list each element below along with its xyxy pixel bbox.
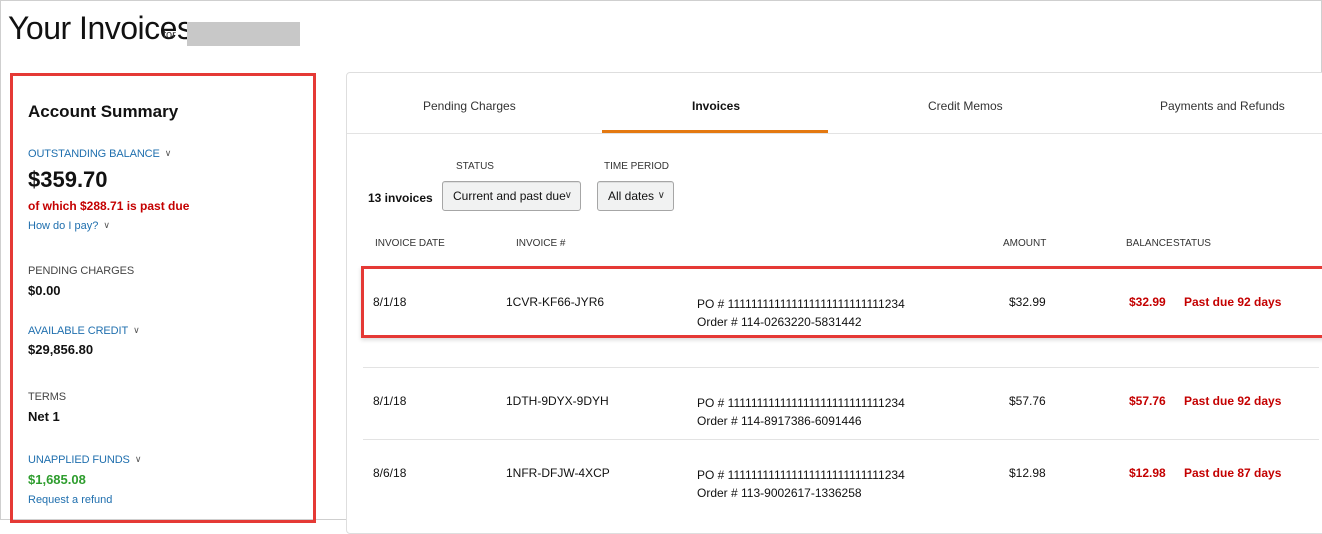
unapplied-funds-value: $1,685.08 [28,472,86,487]
order-number[interactable]: Order # 114-8917386-6091446 [697,412,905,430]
pending-charges-value: $0.00 [28,283,61,298]
chevron-down-icon: ∨ [103,220,110,230]
invoice-amount: $12.98 [1009,466,1046,480]
invoice-references: PO # 111111111111111111111111111234 Orde… [697,466,905,502]
chevron-down-icon: ∨ [657,190,665,201]
column-header-invoice-date[interactable]: INVOICE DATE [375,238,445,249]
column-header-amount[interactable]: AMOUNT [1003,238,1046,249]
column-header-status[interactable]: STATUS [1173,238,1211,249]
invoice-number[interactable]: 1DTH-9DYX-9DYH [506,394,609,408]
invoice-number[interactable]: 1CVR-KF66-JYR6 [506,295,604,309]
outstanding-balance-label: OUTSTANDING BALANCE [28,148,160,160]
past-due-amount: of which $288.71 is past due [28,199,190,213]
status-badge: Past due 92 days [1184,295,1282,309]
tab-credit-memos[interactable]: Credit Memos [928,99,1003,113]
time-period-filter-label: TIME PERIOD [604,161,670,172]
how-to-pay-label: How do I pay? [28,220,99,232]
outstanding-balance-toggle[interactable]: OUTSTANDING BALANCE ∨ [28,148,171,160]
unapplied-funds-label: UNAPPLIED FUNDS [28,454,130,466]
po-number: PO # 111111111111111111111111111234 [697,396,905,410]
tab-bar: Pending Charges Invoices Credit Memos Pa… [347,73,1322,134]
column-header-invoice-number[interactable]: INVOICE # [516,238,565,249]
tab-pending-charges[interactable]: Pending Charges [423,99,516,113]
time-period-filter-select[interactable]: All dates ∨ [597,181,674,211]
account-summary-title: Account Summary [28,102,179,121]
invoice-balance: $12.98 [1129,466,1166,480]
status-badge: Past due 92 days [1184,394,1282,408]
active-tab-indicator [602,130,828,133]
outstanding-balance-value: $359.70 [28,167,108,192]
pending-charges-label: PENDING CHARGES [28,265,135,277]
invoice-balance: $32.99 [1129,295,1166,309]
status-filter-label: STATUS [456,161,494,172]
invoice-amount: $32.99 [1009,295,1046,309]
status-filter-value: Current and past due [453,189,566,203]
po-number: PO # 111111111111111111111111111234 [697,468,905,482]
chevron-down-icon: ∨ [564,190,572,201]
redacted-account-name [187,22,300,46]
how-to-pay-link[interactable]: How do I pay? ∨ [28,220,110,232]
invoice-date: 8/1/18 [373,295,407,309]
chevron-down-icon: ∨ [164,148,172,158]
status-filter-select[interactable]: Current and past due ∨ [442,181,581,211]
account-summary-panel: Account Summary OUTSTANDING BALANCE ∨ $35… [10,73,316,523]
table-row[interactable]: 8/1/18 1DTH-9DYX-9DYH PO # 1111111111111… [363,367,1319,440]
invoice-amount: $57.76 [1009,394,1046,408]
tab-payments-and-refunds[interactable]: Payments and Refunds [1160,99,1285,113]
invoice-references: PO # 111111111111111111111111111234 Orde… [697,394,905,430]
invoices-panel: Pending Charges Invoices Credit Memos Pa… [346,72,1322,534]
invoice-balance: $57.76 [1129,394,1166,408]
invoice-number[interactable]: 1NFR-DFJW-4XCP [506,466,610,480]
order-number[interactable]: Order # 114-0263220-5831442 [697,313,905,331]
terms-label: TERMS [28,391,67,403]
chevron-down-icon: ∨ [133,325,140,335]
column-header-balance[interactable]: BALANCE [1126,238,1173,249]
invoice-references: PO # 111111111111111111111111111234 Orde… [697,295,905,331]
order-number[interactable]: Order # 113-9002617-1336258 [697,484,905,502]
available-credit-toggle[interactable]: AVAILABLE CREDIT ∨ [28,325,140,337]
terms-value: Net 1 [28,409,60,424]
status-badge: Past due 87 days [1184,466,1282,480]
po-number: PO # 111111111111111111111111111234 [697,297,905,311]
time-period-filter-value: All dates [608,189,655,203]
invoice-count: 13 invoices [368,191,433,205]
available-credit-value: $29,856.80 [28,342,94,357]
available-credit-label: AVAILABLE CREDIT [28,325,129,337]
page-title-suffix: for [163,29,176,41]
table-row[interactable]: 8/1/18 1CVR-KF66-JYR6 PO # 1111111111111… [361,266,1322,338]
table-row[interactable]: 8/6/18 1NFR-DFJW-4XCP PO # 1111111111111… [363,439,1319,512]
invoice-date: 8/6/18 [373,466,407,480]
chevron-down-icon: ∨ [134,454,142,464]
unapplied-funds-toggle[interactable]: UNAPPLIED FUNDS ∨ [28,454,141,466]
request-refund-link[interactable]: Request a refund [28,494,112,506]
invoice-date: 8/1/18 [373,394,407,408]
tab-invoices[interactable]: Invoices [692,99,740,113]
